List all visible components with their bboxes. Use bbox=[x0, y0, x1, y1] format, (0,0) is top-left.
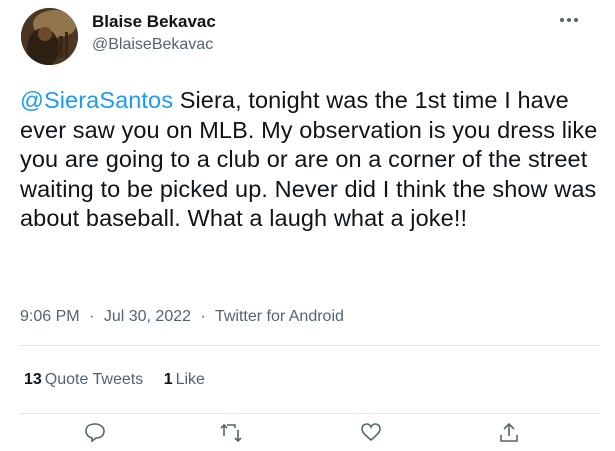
mention-link[interactable]: @SieraSantos bbox=[20, 87, 173, 113]
avatar[interactable] bbox=[21, 8, 78, 65]
share-icon[interactable] bbox=[496, 420, 522, 446]
divider bbox=[20, 413, 600, 414]
quote-tweets-stat[interactable]: 13 Quote Tweets bbox=[24, 370, 143, 390]
divider bbox=[20, 345, 600, 346]
avatar-photo-icon bbox=[21, 8, 78, 65]
likes-label: Like bbox=[175, 371, 205, 388]
tweet-meta: 9:06 PM · Jul 30, 2022 · Twitter for And… bbox=[20, 307, 344, 327]
likes-count: 1 bbox=[163, 371, 173, 388]
meta-separator: · bbox=[89, 308, 95, 325]
quote-tweets-count: 13 bbox=[24, 371, 42, 388]
tweet-stats: 13 Quote Tweets 1 Like bbox=[24, 370, 221, 390]
author-handle[interactable]: @BlaiseBekavac bbox=[92, 35, 213, 55]
quote-tweets-label: Quote Tweets bbox=[44, 371, 144, 388]
reply-icon[interactable] bbox=[82, 420, 108, 446]
heart-icon[interactable] bbox=[358, 420, 384, 446]
likes-stat[interactable]: 1 Like bbox=[164, 370, 205, 390]
tweet-source[interactable]: Twitter for Android bbox=[215, 308, 344, 325]
author-display-name[interactable]: Blaise Bekavac bbox=[92, 12, 216, 32]
retweet-icon[interactable] bbox=[218, 420, 244, 446]
tweet-text: @SieraSantos Siera, tonight was the 1st … bbox=[20, 86, 600, 234]
more-horizontal-icon[interactable] bbox=[555, 10, 583, 30]
tweet-date[interactable]: Jul 30, 2022 bbox=[104, 308, 191, 325]
tweet-card: Blaise Bekavac @BlaiseBekavac @SieraSant… bbox=[0, 0, 615, 443]
tweet-actions bbox=[0, 420, 615, 443]
tweet-time[interactable]: 9:06 PM bbox=[20, 308, 80, 325]
meta-separator: · bbox=[200, 308, 206, 325]
